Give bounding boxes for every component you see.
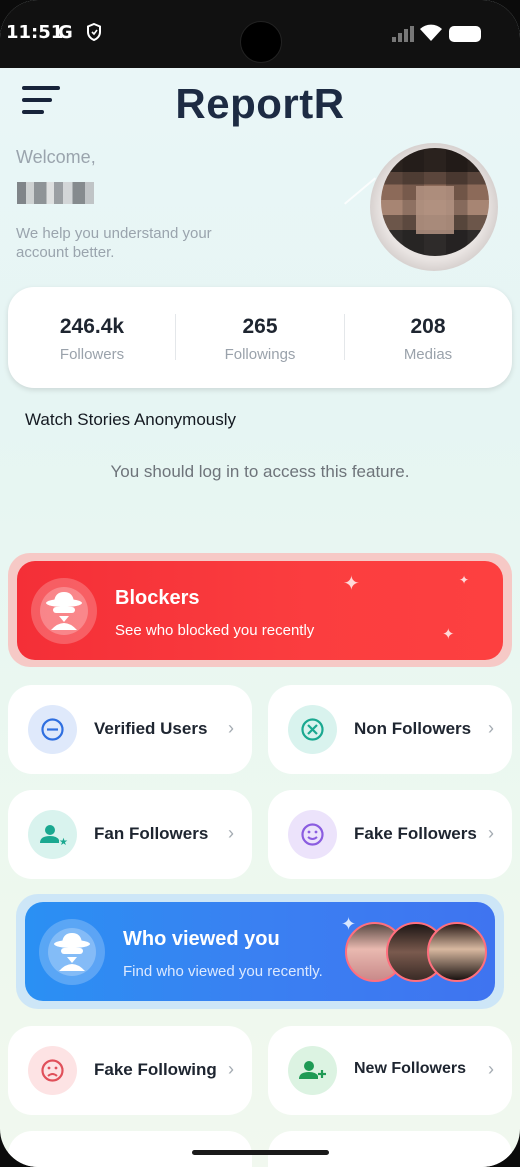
status-time: 11:51 (6, 22, 64, 43)
blockers-card[interactable]: Blockers See who blocked you recently ✦ … (17, 561, 503, 660)
card-label: New Followers (354, 1060, 467, 1077)
camera-cutout (240, 21, 282, 63)
minus-circle-icon (28, 705, 77, 754)
shield-icon (87, 23, 101, 41)
avatar[interactable] (381, 148, 489, 256)
stat-label: Followings (224, 346, 296, 363)
wifi-icon (420, 24, 442, 41)
card-label: Fan Followers (94, 824, 209, 843)
stat-medias[interactable]: 208 Medias (344, 315, 512, 363)
chevron-right-icon: › (488, 823, 494, 843)
stat-value: 208 (410, 315, 446, 338)
tagline: We help you understand your account bett… (16, 225, 212, 261)
partial-card[interactable] (8, 1131, 252, 1167)
stat-followings[interactable]: 265 Followings (176, 315, 344, 363)
blockers-subtitle: See who blocked you recently (115, 622, 315, 639)
card-label: Fake Following (94, 1060, 217, 1079)
chevron-right-icon: › (228, 823, 234, 843)
chevron-right-icon: › (228, 1059, 234, 1079)
card-label: Non Followers (354, 719, 472, 738)
stat-value: 246.4k (59, 315, 125, 338)
stories-section-title: Watch Stories Anonymously (25, 410, 237, 429)
google-icon: G (58, 22, 73, 43)
blockers-title: Blockers (115, 587, 200, 609)
app-title: ReportR (175, 80, 345, 127)
svg-text:★: ★ (59, 837, 68, 848)
login-required-note: You should log in to access this feature… (110, 462, 410, 481)
welcome-text: Welcome, (16, 147, 96, 167)
x-circle-icon (288, 705, 337, 754)
user-star-icon: ★ (28, 810, 77, 859)
stats-card: 246.4k Followers 265 Followings 208 Medi… (8, 287, 512, 388)
sparkle-icon: ✦ (459, 573, 470, 587)
sad-face-icon (28, 1046, 77, 1095)
battery-icon (449, 26, 481, 42)
home-indicator[interactable] (192, 1150, 329, 1155)
stat-label: Followers (59, 346, 125, 363)
status-bar: 11:51 G (0, 0, 520, 68)
sparkle-icon: ✦ (343, 573, 360, 595)
phone-screen: 11:51 G ReportR Welcome, We help you und… (0, 0, 520, 1167)
spy-icon (39, 919, 105, 985)
viewer-avatar (427, 922, 487, 982)
stat-label: Medias (403, 346, 453, 363)
new-followers-card[interactable]: New Followers › (268, 1026, 512, 1115)
non-followers-card[interactable]: Non Followers › (268, 685, 512, 774)
fake-followers-card[interactable]: Fake Followers › (268, 790, 512, 879)
stat-value: 265 (242, 315, 278, 338)
chevron-right-icon: › (488, 1059, 494, 1079)
chevron-right-icon: › (228, 718, 234, 738)
verified-users-card[interactable]: Verified Users › (8, 685, 252, 774)
viewed-title: Who viewed you (123, 928, 280, 950)
stat-followers[interactable]: 246.4k Followers (8, 315, 176, 363)
spy-icon (31, 578, 97, 644)
sparkle-icon: ✦ (442, 626, 455, 643)
partial-card[interactable] (268, 1131, 512, 1167)
user-plus-icon (288, 1046, 337, 1095)
card-label: Fake Followers (354, 824, 477, 843)
signal-icon (392, 26, 414, 42)
fake-following-card[interactable]: Fake Following › (8, 1026, 252, 1115)
viewed-subtitle: Find who viewed you recently. (123, 963, 323, 980)
card-label: Verified Users (94, 719, 208, 738)
fan-followers-card[interactable]: ★ Fan Followers › (8, 790, 252, 879)
smile-face-icon (288, 810, 337, 859)
who-viewed-you-card[interactable]: Who viewed you Find who viewed you recen… (25, 902, 495, 1001)
avatar-face (416, 186, 454, 234)
chevron-right-icon: › (488, 718, 494, 738)
username-pixelated (17, 182, 94, 204)
